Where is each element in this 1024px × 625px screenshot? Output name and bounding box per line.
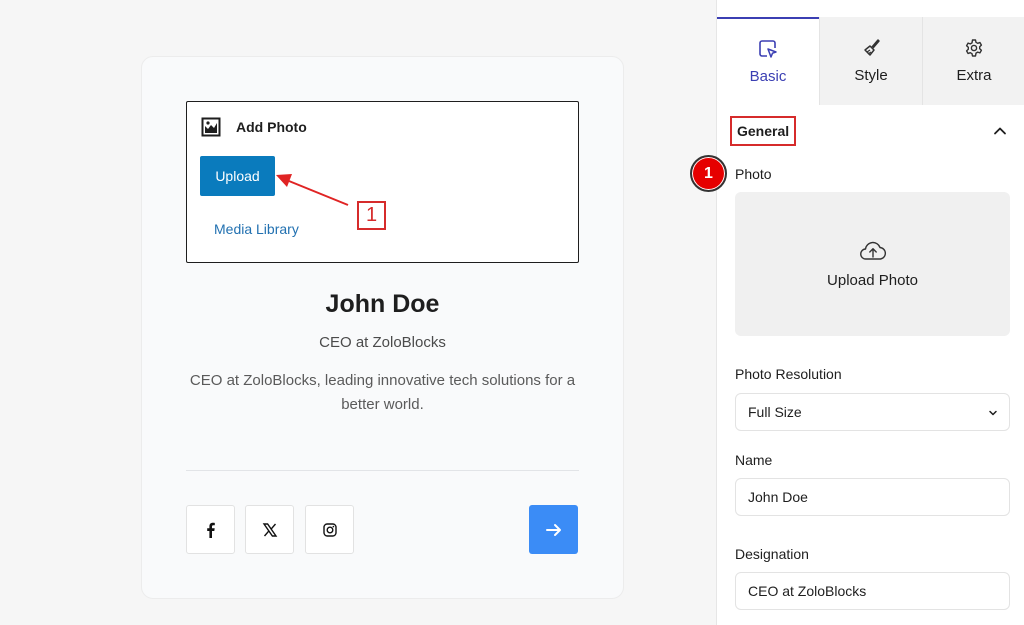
photo-resolution-label: Photo Resolution [735, 366, 842, 382]
image-icon [201, 117, 221, 137]
designation-input[interactable]: CEO at ZoloBlocks [735, 572, 1010, 610]
profile-name: John Doe [325, 290, 440, 318]
arrow-right-icon [545, 523, 561, 536]
card-divider [186, 470, 579, 471]
tab-style-label: Style [854, 67, 888, 84]
tab-style[interactable]: Style [819, 17, 922, 105]
photo-resolution-select[interactable]: Full Size [735, 393, 1010, 431]
settings-sidebar: Basic Style Extra General Photo Upload P… [716, 0, 1024, 625]
instagram-icon [322, 522, 337, 537]
placeholder-header: Add Photo [201, 117, 307, 137]
profile-bio: CEO at ZoloBlocks, leading innovative te… [189, 372, 576, 413]
photo-resolution-value: Full Size [748, 404, 802, 420]
facebook-button[interactable] [186, 505, 235, 554]
name-input-value: John Doe [748, 489, 808, 505]
tab-extra-label: Extra [956, 67, 992, 84]
general-section-header[interactable]: General [717, 116, 1024, 148]
section-title: General [730, 116, 797, 146]
upload-photo-dropzone[interactable]: Upload Photo [735, 192, 1010, 336]
annotation-arrow [276, 174, 349, 206]
instagram-button[interactable] [305, 505, 354, 554]
settings-tabs: Basic Style Extra [717, 17, 1024, 105]
name-input[interactable]: John Doe [735, 478, 1010, 516]
annotation-number-circle: 1 [690, 155, 727, 192]
tab-basic[interactable]: Basic [717, 17, 819, 105]
cloud-upload-icon [859, 241, 886, 260]
name-label: Name [735, 452, 773, 468]
facebook-icon [206, 522, 215, 538]
read-more-button[interactable] [529, 505, 578, 554]
chevron-down-icon [989, 410, 997, 416]
x-twitter-icon [262, 522, 277, 537]
editor-canvas: Add Photo Upload Media Library 1 John Do… [0, 0, 716, 625]
gear-icon [965, 39, 983, 57]
tab-extra[interactable]: Extra [922, 17, 1024, 105]
x-twitter-button[interactable] [245, 505, 294, 554]
photo-label: Photo [735, 166, 772, 182]
profile-designation: CEO at ZoloBlocks [319, 334, 446, 351]
designation-label: Designation [735, 546, 809, 562]
tab-basic-label: Basic [749, 68, 787, 85]
upload-button[interactable]: Upload [200, 156, 275, 196]
brush-icon [864, 39, 880, 56]
chevron-up-icon[interactable] [993, 124, 1007, 138]
media-library-link[interactable]: Media Library [214, 221, 299, 237]
cursor-square-icon [759, 40, 777, 58]
designation-input-value: CEO at ZoloBlocks [748, 583, 867, 599]
annotation-number-box: 1 [357, 201, 386, 230]
upload-photo-label: Upload Photo [827, 271, 918, 289]
add-photo-placeholder: Add Photo Upload Media Library [186, 101, 579, 263]
placeholder-title: Add Photo [236, 119, 307, 135]
